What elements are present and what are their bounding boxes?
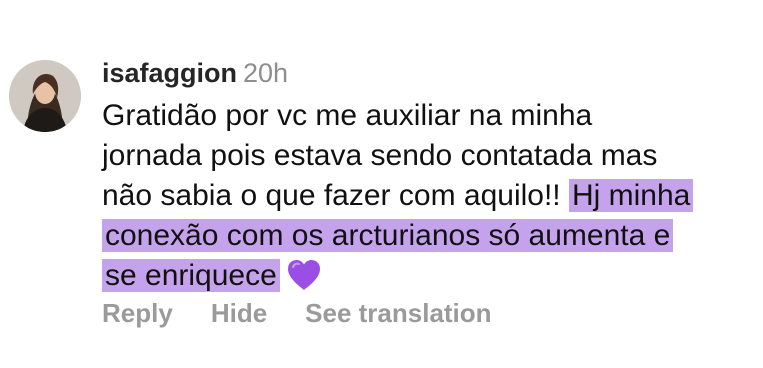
avatar[interactable] — [9, 60, 81, 132]
highlighted-text: conexão com os arcturianos só aumenta e — [102, 219, 674, 252]
reply-button[interactable]: Reply — [102, 298, 173, 328]
hide-button[interactable]: Hide — [211, 298, 267, 328]
comment-header: isafaggion 20h — [102, 56, 288, 90]
comment-text-plain: Gratidão por vc me auxiliar na minha — [102, 99, 593, 132]
profile-photo — [9, 60, 81, 132]
comment-line: não sabia o que fazer com aquilo!! Hj mi… — [102, 176, 752, 216]
comment-actions: Reply Hide See translation — [102, 296, 492, 330]
comment-line: conexão com os arcturianos só aumenta e — [102, 216, 752, 256]
see-translation-button[interactable]: See translation — [305, 298, 491, 328]
purple-heart-icon — [287, 260, 320, 290]
highlighted-text: se enriquece — [102, 259, 280, 292]
comment-line: jornada pois estava sendo contatada mas — [102, 136, 752, 176]
timestamp: 20h — [243, 58, 289, 88]
comment-line: se enriquece — [102, 256, 752, 296]
comment-text-plain: jornada pois estava sendo contatada mas — [102, 139, 658, 172]
comment: isafaggion 20h Gratidão por vc me auxilia… — [0, 0, 763, 368]
comment-text: Gratidão por vc me auxiliar na minha jor… — [102, 96, 752, 296]
comment-text-plain: não sabia o que fazer com aquilo!! — [102, 179, 561, 212]
username[interactable]: isafaggion — [102, 58, 237, 88]
comment-line: Gratidão por vc me auxiliar na minha — [102, 96, 752, 136]
highlighted-text: Hj minha — [568, 179, 694, 212]
